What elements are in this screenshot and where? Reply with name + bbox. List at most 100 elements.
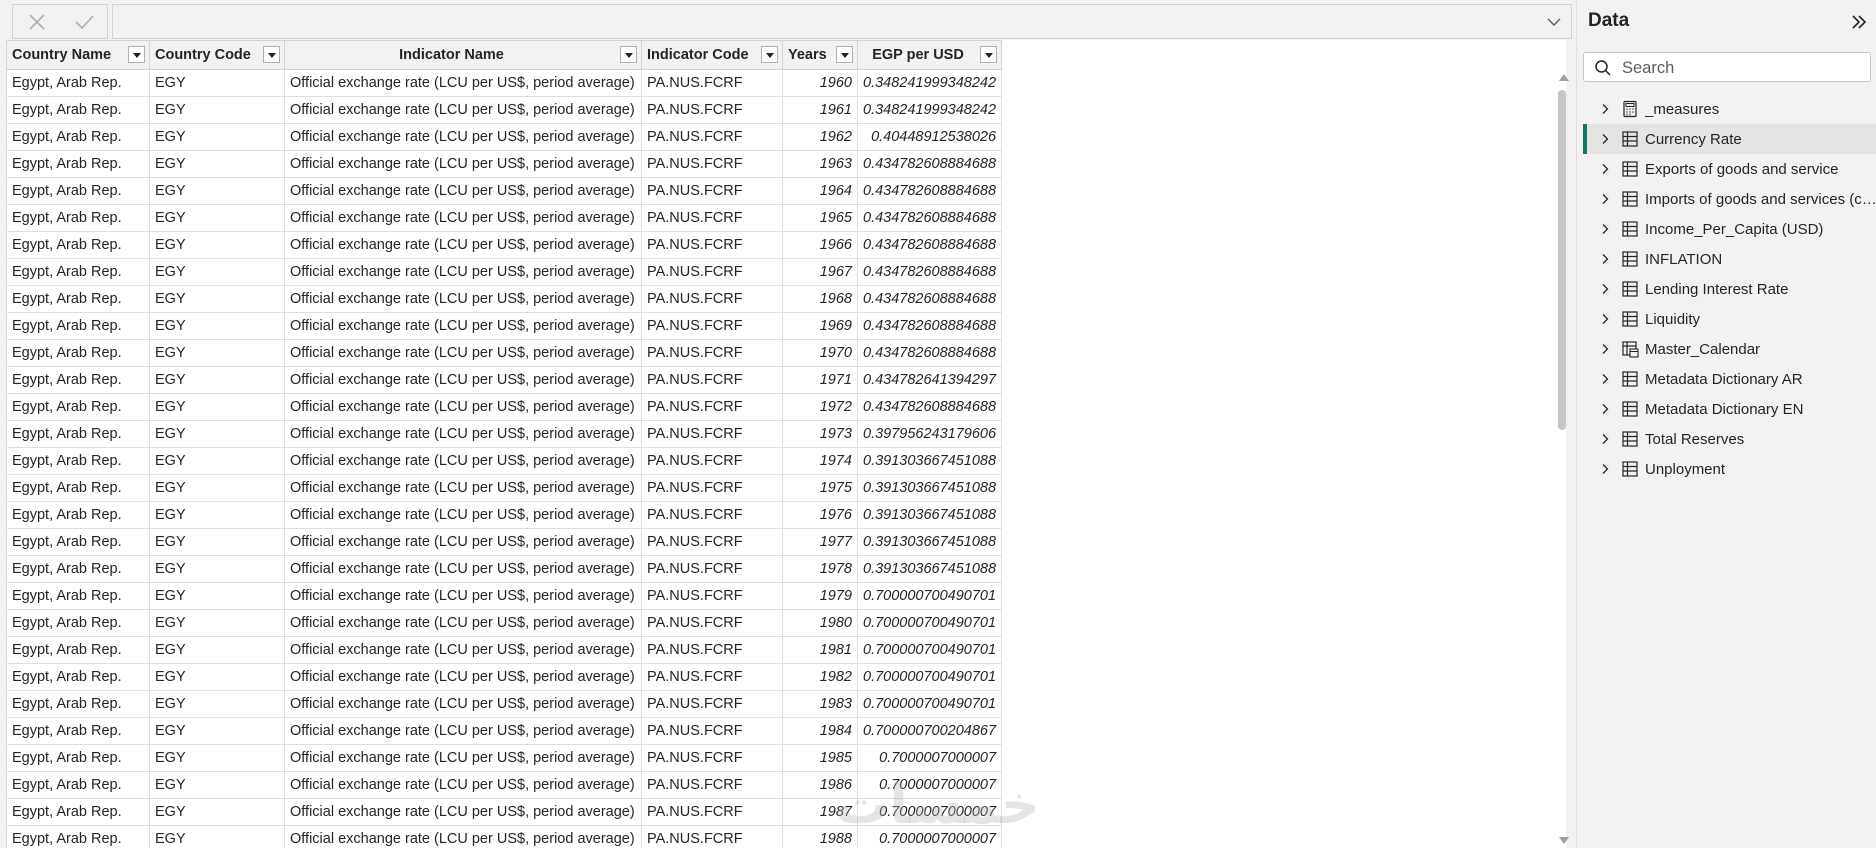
indicator-code-cell[interactable]: PA.NUS.FCRF <box>641 231 783 259</box>
table-row[interactable]: Egypt, Arab Rep. EGY Official exchange rat… <box>6 663 1003 691</box>
country-name-cell[interactable]: Egypt, Arab Rep. <box>6 609 150 637</box>
table-row[interactable]: Egypt, Arab Rep. EGY Official exchange rat… <box>6 393 1003 421</box>
indicator-name-cell[interactable]: Official exchange rate (LCU per US$, per… <box>284 798 642 826</box>
indicator-name-cell[interactable]: Official exchange rate (LCU per US$, per… <box>284 285 642 313</box>
years-cell[interactable]: 1985 <box>782 744 858 772</box>
indicator-code-cell[interactable]: PA.NUS.FCRF <box>641 420 783 448</box>
chevron-right-icon[interactable] <box>1599 223 1611 235</box>
chevron-right-icon[interactable] <box>1599 163 1611 175</box>
chevron-right-icon[interactable] <box>1599 403 1611 415</box>
egp-per-usd-cell[interactable]: 0.700000700490701 <box>857 582 1003 610</box>
indicator-name-cell[interactable]: Official exchange rate (LCU per US$, per… <box>284 744 642 772</box>
scroll-up-arrow-icon[interactable] <box>1559 74 1569 81</box>
table-row[interactable]: Egypt, Arab Rep. EGY Official exchange rat… <box>6 582 1003 610</box>
egp-per-usd-cell[interactable]: 0.434782608884688 <box>857 204 1003 232</box>
indicator-name-cell[interactable]: Official exchange rate (LCU per US$, per… <box>284 231 642 259</box>
egp-per-usd-cell[interactable]: 0.391303667451088 <box>857 555 1003 583</box>
table-row[interactable]: Egypt, Arab Rep. EGY Official exchange rat… <box>6 69 1003 97</box>
table-row[interactable]: Egypt, Arab Rep. EGY Official exchange rat… <box>6 420 1003 448</box>
years-cell[interactable]: 1964 <box>782 177 858 205</box>
country-name-cell[interactable]: Egypt, Arab Rep. <box>6 204 150 232</box>
table-row[interactable]: Egypt, Arab Rep. EGY Official exchange rat… <box>6 555 1003 583</box>
indicator-code-cell[interactable]: PA.NUS.FCRF <box>641 339 783 367</box>
country-name-cell[interactable]: Egypt, Arab Rep. <box>6 717 150 745</box>
years-cell[interactable]: 1979 <box>782 582 858 610</box>
country-code-cell[interactable]: EGY <box>149 447 285 475</box>
country-code-cell[interactable]: EGY <box>149 177 285 205</box>
years-cell[interactable]: 1963 <box>782 150 858 178</box>
country-name-cell[interactable]: Egypt, Arab Rep. <box>6 825 150 848</box>
country-name-cell[interactable]: Egypt, Arab Rep. <box>6 366 150 394</box>
egp-per-usd-cell[interactable]: 0.434782608884688 <box>857 312 1003 340</box>
filter-dropdown-icon[interactable] <box>980 46 998 63</box>
years-cell[interactable]: 1976 <box>782 501 858 529</box>
indicator-name-cell[interactable]: Official exchange rate (LCU per US$, per… <box>284 609 642 637</box>
indicator-name-cell[interactable]: Official exchange rate (LCU per US$, per… <box>284 258 642 286</box>
indicator-code-cell[interactable]: PA.NUS.FCRF <box>641 285 783 313</box>
collapse-pane-icon[interactable] <box>1849 12 1869 32</box>
egp-per-usd-cell[interactable]: 0.700000700490701 <box>857 690 1003 718</box>
egp-per-usd-cell[interactable]: 0.434782608884688 <box>857 285 1003 313</box>
country-code-cell[interactable]: EGY <box>149 69 285 97</box>
egp-per-usd-cell[interactable]: 0.434782608884688 <box>857 177 1003 205</box>
egp-per-usd-cell[interactable]: 0.700000700490701 <box>857 663 1003 691</box>
country-code-cell[interactable]: EGY <box>149 150 285 178</box>
country-name-cell[interactable]: Egypt, Arab Rep. <box>6 420 150 448</box>
country-code-cell[interactable]: EGY <box>149 609 285 637</box>
egp-per-usd-cell[interactable]: 0.434782608884688 <box>857 231 1003 259</box>
years-cell[interactable]: 1969 <box>782 312 858 340</box>
country-name-cell[interactable]: Egypt, Arab Rep. <box>6 393 150 421</box>
years-cell[interactable]: 1980 <box>782 609 858 637</box>
indicator-code-cell[interactable]: PA.NUS.FCRF <box>641 474 783 502</box>
indicator-name-cell[interactable]: Official exchange rate (LCU per US$, per… <box>284 474 642 502</box>
years-cell[interactable]: 1984 <box>782 717 858 745</box>
years-cell[interactable]: 1965 <box>782 204 858 232</box>
indicator-code-cell[interactable]: PA.NUS.FCRF <box>641 771 783 799</box>
indicator-code-cell[interactable]: PA.NUS.FCRF <box>641 258 783 286</box>
indicator-code-cell[interactable]: PA.NUS.FCRF <box>641 636 783 664</box>
indicator-code-cell[interactable]: PA.NUS.FCRF <box>641 150 783 178</box>
egp-per-usd-cell[interactable]: 0.40448912538026 <box>857 123 1003 151</box>
indicator-code-cell[interactable]: PA.NUS.FCRF <box>641 744 783 772</box>
indicator-name-cell[interactable]: Official exchange rate (LCU per US$, per… <box>284 717 642 745</box>
country-code-cell[interactable]: EGY <box>149 339 285 367</box>
field-item-income-per-capita-usd[interactable]: Income_Per_Capita (USD) <box>1583 214 1876 244</box>
indicator-code-cell[interactable]: PA.NUS.FCRF <box>641 177 783 205</box>
column-header-country-name[interactable]: Country Name <box>6 40 150 70</box>
column-header-indicator-code[interactable]: Indicator Code <box>641 40 783 70</box>
close-icon[interactable] <box>26 11 48 33</box>
years-cell[interactable]: 1982 <box>782 663 858 691</box>
country-code-cell[interactable]: EGY <box>149 717 285 745</box>
country-name-cell[interactable]: Egypt, Arab Rep. <box>6 258 150 286</box>
indicator-name-cell[interactable]: Official exchange rate (LCU per US$, per… <box>284 69 642 97</box>
years-cell[interactable]: 1960 <box>782 69 858 97</box>
indicator-name-cell[interactable]: Official exchange rate (LCU per US$, per… <box>284 582 642 610</box>
field-item-unployment[interactable]: Unployment <box>1583 454 1876 484</box>
years-cell[interactable]: 1961 <box>782 96 858 124</box>
indicator-code-cell[interactable]: PA.NUS.FCRF <box>641 717 783 745</box>
years-cell[interactable]: 1983 <box>782 690 858 718</box>
country-code-cell[interactable]: EGY <box>149 312 285 340</box>
indicator-code-cell[interactable]: PA.NUS.FCRF <box>641 555 783 583</box>
indicator-code-cell[interactable]: PA.NUS.FCRF <box>641 582 783 610</box>
indicator-name-cell[interactable]: Official exchange rate (LCU per US$, per… <box>284 555 642 583</box>
column-header-country-code[interactable]: Country Code <box>149 40 285 70</box>
indicator-name-cell[interactable]: Official exchange rate (LCU per US$, per… <box>284 663 642 691</box>
indicator-code-cell[interactable]: PA.NUS.FCRF <box>641 366 783 394</box>
table-row[interactable]: Egypt, Arab Rep. EGY Official exchange rat… <box>6 609 1003 637</box>
indicator-name-cell[interactable]: Official exchange rate (LCU per US$, per… <box>284 528 642 556</box>
chevron-right-icon[interactable] <box>1599 193 1611 205</box>
country-name-cell[interactable]: Egypt, Arab Rep. <box>6 177 150 205</box>
country-name-cell[interactable]: Egypt, Arab Rep. <box>6 339 150 367</box>
egp-per-usd-cell[interactable]: 0.391303667451088 <box>857 447 1003 475</box>
table-row[interactable]: Egypt, Arab Rep. EGY Official exchange rat… <box>6 501 1003 529</box>
years-cell[interactable]: 1981 <box>782 636 858 664</box>
country-code-cell[interactable]: EGY <box>149 636 285 664</box>
country-code-cell[interactable]: EGY <box>149 528 285 556</box>
years-cell[interactable]: 1967 <box>782 258 858 286</box>
indicator-name-cell[interactable]: Official exchange rate (LCU per US$, per… <box>284 204 642 232</box>
table-row[interactable]: Egypt, Arab Rep. EGY Official exchange rat… <box>6 447 1003 475</box>
egp-per-usd-cell[interactable]: 0.434782608884688 <box>857 339 1003 367</box>
country-code-cell[interactable]: EGY <box>149 96 285 124</box>
indicator-name-cell[interactable]: Official exchange rate (LCU per US$, per… <box>284 636 642 664</box>
